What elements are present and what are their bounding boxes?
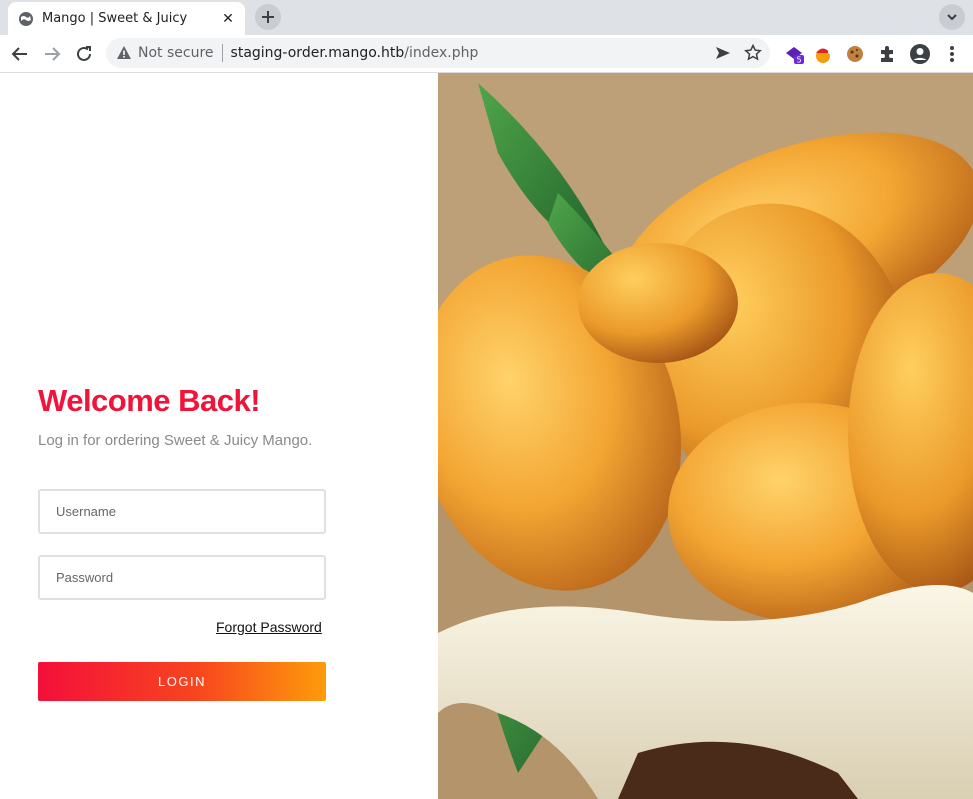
arrow-right-icon (45, 47, 61, 61)
tab-strip: Mango | Sweet & Juicy ✕ (0, 0, 973, 35)
send-icon[interactable] (714, 44, 732, 62)
globe-icon (19, 11, 33, 26)
close-tab-icon[interactable]: ✕ (219, 10, 237, 28)
browser-toolbar: Not secure staging-order.mango.htb/index… (0, 35, 973, 73)
address-bar[interactable]: Not secure staging-order.mango.htb/index… (106, 38, 770, 68)
profile-avatar-icon[interactable] (909, 43, 931, 65)
login-button[interactable]: LOGIN (38, 662, 326, 701)
extension-santa-icon[interactable] (812, 43, 834, 65)
extensions-puzzle-icon[interactable] (876, 43, 898, 65)
page-subtitle: Log in for ordering Sweet & Juicy Mango. (38, 432, 313, 449)
browser-tab[interactable]: Mango | Sweet & Juicy ✕ (8, 2, 245, 35)
forgot-password-link[interactable]: Forgot Password (216, 619, 322, 635)
tab-search-button[interactable] (939, 4, 965, 30)
security-label[interactable]: Not secure (138, 45, 214, 61)
back-button[interactable] (9, 43, 31, 65)
warning-icon (117, 46, 131, 59)
extension-badge: 5 (796, 56, 801, 65)
reload-button[interactable] (73, 43, 95, 65)
hero-image (438, 73, 973, 799)
divider (221, 44, 223, 62)
url-path: /index.php (404, 45, 479, 61)
page-title: Welcome Back! (38, 383, 261, 418)
arrow-left-icon (11, 47, 27, 61)
plus-icon (262, 11, 274, 23)
chevron-down-icon (947, 14, 957, 21)
mango-basket-illustration (438, 73, 973, 799)
more-menu-icon[interactable] (941, 43, 963, 65)
mango-shape (578, 243, 738, 363)
forward-button[interactable] (41, 43, 63, 65)
star-icon[interactable] (744, 44, 762, 62)
username-input[interactable] (38, 489, 326, 534)
page-viewport: Welcome Back! Log in for ordering Sweet … (0, 73, 973, 799)
extension-cookie-icon[interactable] (844, 43, 866, 65)
extension-purple-icon[interactable]: 5 (783, 43, 805, 65)
tab-title: Mango | Sweet & Juicy (42, 11, 188, 26)
url-host: staging-order.mango.htb (230, 45, 405, 61)
new-tab-button[interactable] (255, 4, 281, 30)
reload-icon (77, 46, 91, 61)
login-panel: Welcome Back! Log in for ordering Sweet … (0, 73, 438, 799)
password-input[interactable] (38, 555, 326, 600)
